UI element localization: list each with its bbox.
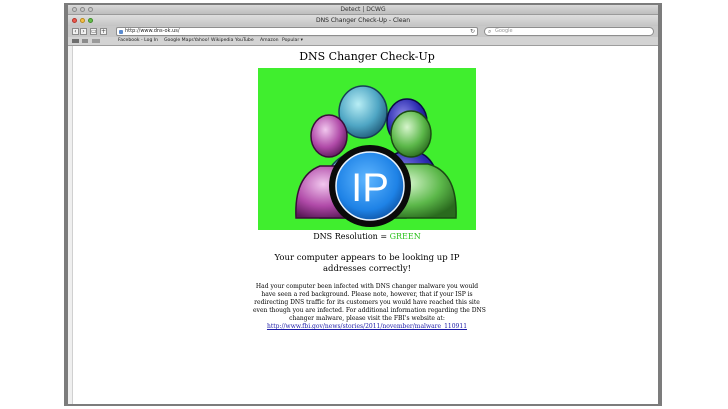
fbi-link[interactable]: http://www.fbi.gov/news/stories/2011/nov… [253,323,481,331]
search-icon: ⌕ [488,28,492,35]
dns-resolution-line: DNS Resolution = GREEN [258,232,476,241]
dns-resolution-label: DNS Resolution = [313,232,390,241]
info-line: redirecting DNS traffic for its customer… [254,299,480,306]
site-favicon-icon [119,30,123,34]
outer-window-title: Detect | DCWG [340,6,386,13]
window-title: DNS Changer Check-Up - Clean [316,17,410,24]
toolbar: ‹ › ▭ + http://www.dns-ok.us/ ↻ ⌕ Google [68,26,658,37]
top-sites-grid-icon[interactable] [82,39,88,43]
status-message: Your computer appears to be looking up I… [274,253,460,274]
bookmark-google-maps[interactable]: Google Maps [164,37,194,45]
page-left-edge [68,46,73,404]
browser-window: Detect | DCWG DNS Changer Check-Up - Cle… [68,5,658,404]
info-line: changer malware, please visit the FBI's … [289,315,445,322]
page-content: DNS Changer Check-Up IP DNS Resolution =… [68,46,658,404]
reading-list-icon[interactable] [92,39,100,43]
users-ip-illustration: IP [295,85,457,227]
back-arrow-icon[interactable]: ‹ [72,28,79,35]
ip-badge-icon: IP [329,145,411,227]
bookmark-youtube[interactable]: YouTube [235,37,254,45]
address-bar[interactable]: http://www.dns-ok.us/ ↻ [116,27,478,36]
bookmark-yahoo[interactable]: Yahoo! [194,37,209,45]
dns-status-image: IP [258,68,476,230]
bookmark-popular-menu[interactable]: Popular ▾ [282,37,303,45]
bookmark-amazon[interactable]: Amazon [260,37,279,45]
search-field[interactable]: ⌕ Google [484,27,654,36]
info-paragraph: Had your computer been infected with DNS… [253,283,486,331]
reader-icon[interactable]: ▭ [90,28,97,35]
bookmark-wikipedia[interactable]: Wikipedia [211,37,233,45]
info-line: Had your computer been infected with DNS… [255,283,479,290]
bookmark-facebook[interactable]: Facebook - Log In [118,37,158,45]
bookmarks-book-icon[interactable] [72,39,79,43]
search-placeholder[interactable]: Google [495,28,513,35]
outer-title-bar: Detect | DCWG [68,5,658,15]
dns-resolution-value: GREEN [389,232,421,241]
reload-icon[interactable]: ↻ [470,28,475,35]
forward-arrow-icon[interactable]: › [80,28,87,35]
page-title: DNS Changer Check-Up [299,50,435,63]
plus-icon[interactable]: + [100,28,107,35]
title-bar: DNS Changer Check-Up - Clean [68,15,658,26]
info-line: even though you are infected. For additi… [253,307,486,314]
url-text[interactable]: http://www.dns-ok.us/ [125,28,180,35]
bookmarks-bar: Facebook - Log In Google Maps Yahoo! Wik… [68,37,658,46]
ip-badge-label: IP [351,166,389,210]
info-line: have seen a red background. Please note,… [261,291,473,298]
